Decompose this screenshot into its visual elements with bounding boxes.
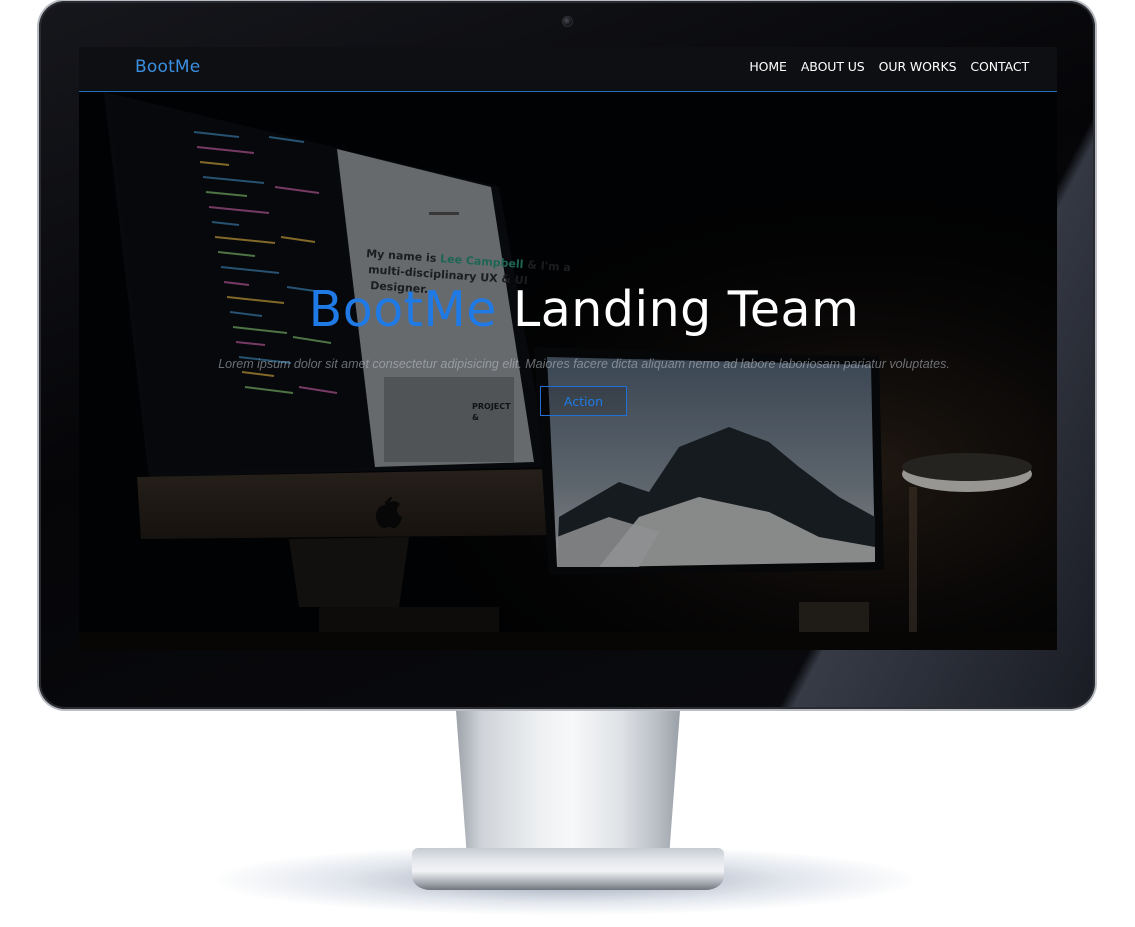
nav-link-home[interactable]: HOME [749,59,787,74]
hero-title-accent: BootMe [308,281,497,338]
nav-link-our-works[interactable]: OUR WORKS [879,59,957,74]
hero-title: BootMe Landing Team [79,281,1057,338]
nav-link-about-us[interactable]: ABOUT US [801,59,865,74]
action-button[interactable]: Action [540,386,627,416]
hero-title-rest: Landing Team [512,281,860,338]
navbar: BootMe HOME ABOUT US OUR WORKS CONTACT [79,47,1057,92]
webcam-icon [562,16,573,27]
brand-logo[interactable]: BootMe [135,57,200,77]
monitor-stand [455,700,681,860]
monitor-screen: My name is Lee Campbell & I'm a multi-di… [79,47,1057,650]
monitor-stand-base [412,848,724,890]
hero-dark-overlay [79,47,1057,650]
nav-link-contact[interactable]: CONTACT [970,59,1029,74]
hero-subtitle: Lorem ipsum dolor sit amet consectetur a… [218,357,950,371]
nav-links: HOME ABOUT US OUR WORKS CONTACT [749,59,1029,74]
